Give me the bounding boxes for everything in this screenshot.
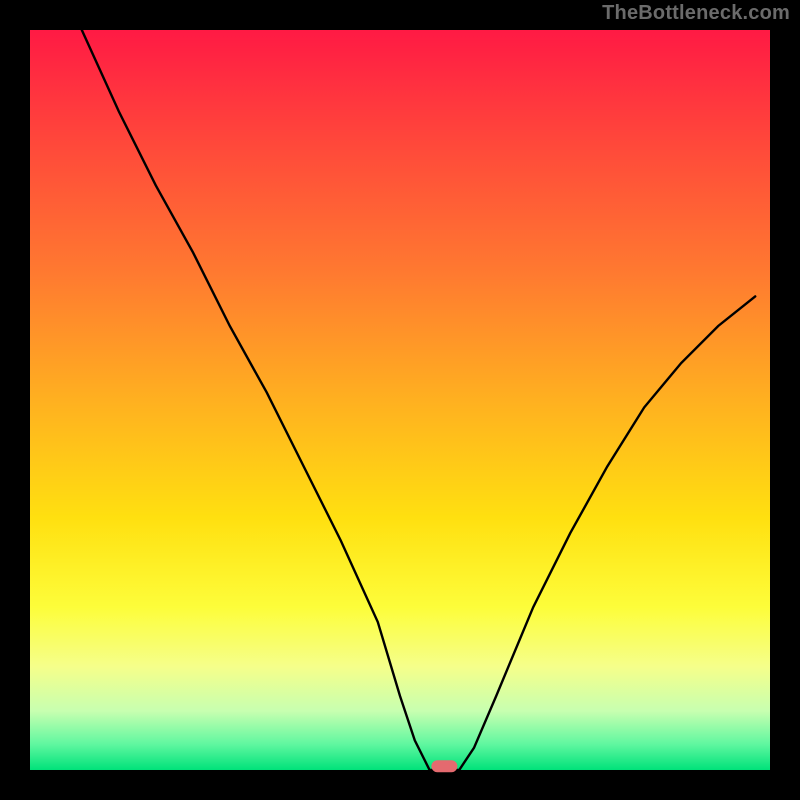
- bottleneck-chart: [0, 0, 800, 800]
- chart-frame: TheBottleneck.com: [0, 0, 800, 800]
- plot-background: [30, 30, 770, 770]
- optimal-marker: [431, 760, 457, 772]
- attribution-text: TheBottleneck.com: [602, 2, 790, 25]
